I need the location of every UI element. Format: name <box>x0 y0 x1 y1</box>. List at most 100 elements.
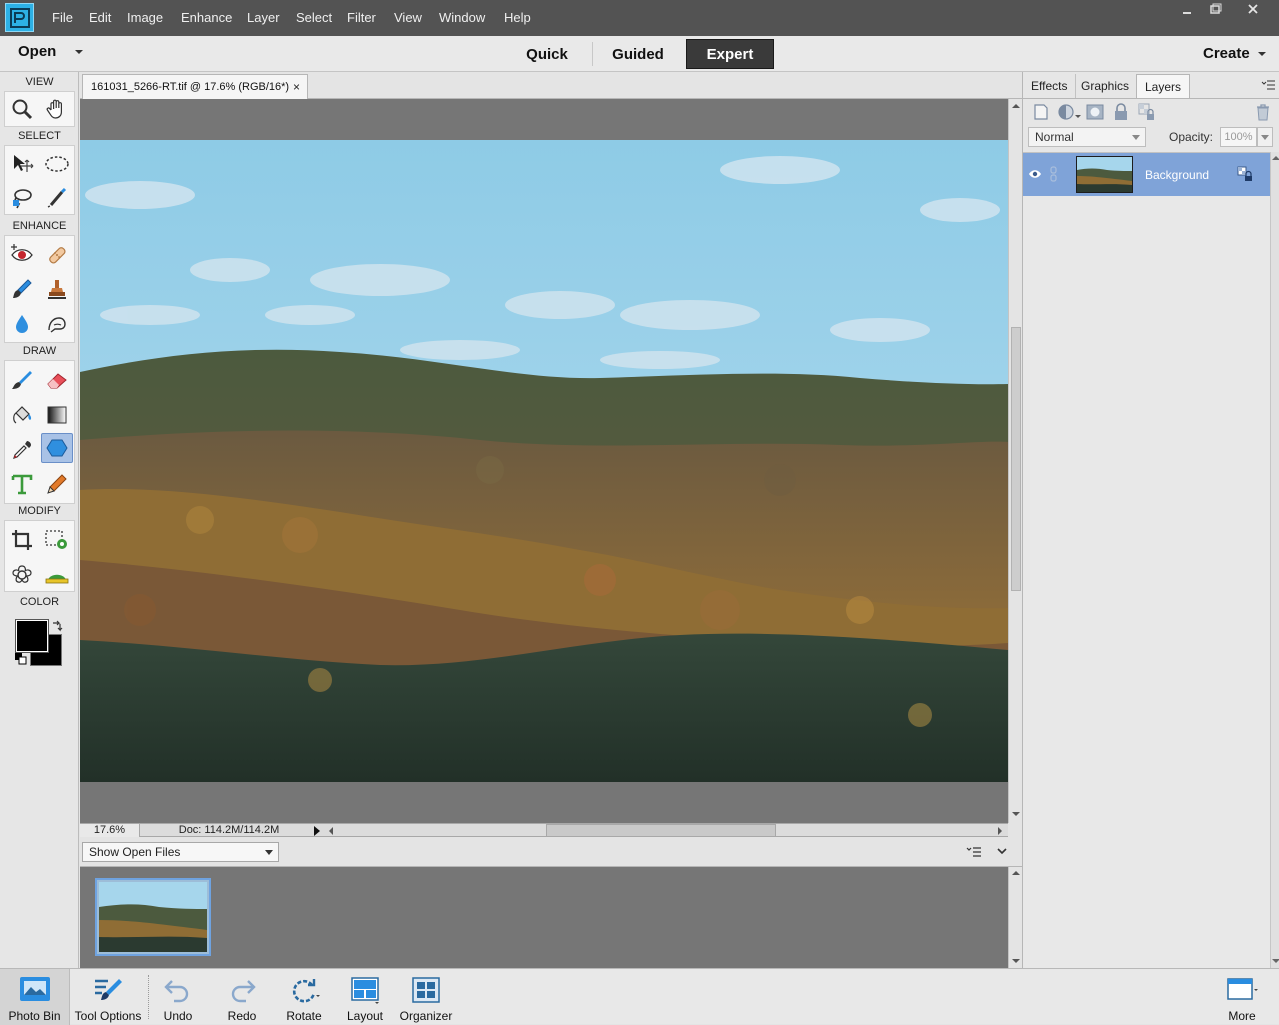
tab-effects[interactable]: Effects <box>1023 74 1077 98</box>
zoom-tool-icon[interactable] <box>6 94 38 124</box>
layers-scrollbar[interactable] <box>1270 152 1279 968</box>
adjustment-layer-icon[interactable] <box>1057 102 1083 122</box>
eraser-tool-icon[interactable] <box>41 365 73 395</box>
link-icon[interactable] <box>1050 166 1058 182</box>
red-eye-icon[interactable] <box>6 240 38 270</box>
restore-button[interactable] <box>1202 0 1228 20</box>
tool-options-label: Tool Options <box>74 1009 142 1023</box>
tab-quick[interactable]: Quick <box>506 39 588 69</box>
scroll-right-icon[interactable] <box>997 827 1003 835</box>
status-menu-arrow-icon[interactable] <box>313 826 321 836</box>
scroll-down-icon[interactable] <box>1012 958 1020 964</box>
delete-layer-icon[interactable] <box>1253 102 1273 122</box>
content-aware-move-icon[interactable] <box>6 560 38 590</box>
create-button[interactable]: Create <box>1203 45 1250 62</box>
layer-row[interactable]: Background <box>1023 153 1270 196</box>
type-tool-icon[interactable] <box>6 469 38 499</box>
tab-expert[interactable]: Expert <box>686 39 774 69</box>
undo-button[interactable]: Undo <box>150 969 206 1025</box>
scroll-left-icon[interactable] <box>328 827 334 835</box>
pencil-tool-icon[interactable] <box>41 469 73 499</box>
scroll-up-icon[interactable] <box>1012 870 1020 876</box>
canvas-area[interactable] <box>80 99 1008 823</box>
spot-healing-icon[interactable] <box>41 240 73 270</box>
lock-all-icon[interactable] <box>1111 102 1131 122</box>
recompose-tool-icon[interactable] <box>41 525 73 555</box>
collapse-bin-icon[interactable] <box>997 847 1007 855</box>
brush-tool-icon[interactable] <box>6 365 38 395</box>
rotate-button[interactable]: Rotate <box>276 969 332 1025</box>
close-tab-icon[interactable]: × <box>293 80 300 94</box>
clone-stamp-icon[interactable] <box>41 274 73 304</box>
menu-enhance[interactable]: Enhance <box>181 10 232 25</box>
scroll-down-icon[interactable] <box>1272 958 1279 964</box>
menu-view[interactable]: View <box>394 10 422 25</box>
vertical-scrollbar[interactable] <box>1008 99 1022 823</box>
menu-select[interactable]: Select <box>296 10 332 25</box>
lasso-tool-icon[interactable] <box>6 183 38 213</box>
lock-transparent-icon[interactable] <box>1137 102 1157 122</box>
elliptical-marquee-icon[interactable] <box>41 149 73 179</box>
new-layer-icon[interactable] <box>1031 102 1051 122</box>
tab-guided[interactable]: Guided <box>596 39 680 69</box>
zoom-level[interactable]: 17.6% <box>80 824 140 837</box>
swap-colors-icon[interactable] <box>51 620 63 632</box>
blend-mode-select[interactable]: Normal <box>1028 127 1146 147</box>
redo-button[interactable]: Redo <box>214 969 270 1025</box>
document-tab[interactable]: 161031_5266-RT.tif @ 17.6% (RGB/16*) × <box>82 74 308 99</box>
chevron-down-icon[interactable] <box>1258 51 1266 57</box>
scroll-down-icon[interactable] <box>1012 811 1020 817</box>
opacity-field[interactable]: 100% <box>1220 127 1257 147</box>
photo-bin-scrollbar[interactable] <box>1008 867 1022 968</box>
photo-bin-source-select[interactable]: Show Open Files <box>82 842 279 862</box>
photo-bin-button[interactable]: Photo Bin <box>0 969 70 1025</box>
quick-selection-icon[interactable] <box>41 183 73 213</box>
blur-tool-icon[interactable] <box>6 309 38 339</box>
layout-button[interactable]: Layout <box>338 969 392 1025</box>
scrollbar-thumb[interactable] <box>1011 327 1021 591</box>
scroll-up-icon[interactable] <box>1272 155 1279 161</box>
layer-locked-icon[interactable] <box>1237 166 1253 182</box>
undo-label: Undo <box>163 1009 193 1023</box>
gradient-tool-icon[interactable] <box>41 400 73 430</box>
menu-file[interactable]: File <box>52 10 73 25</box>
horizontal-scrollbar-thumb[interactable] <box>546 824 776 837</box>
menu-layer[interactable]: Layer <box>247 10 280 25</box>
menu-window[interactable]: Window <box>439 10 485 25</box>
custom-shape-icon[interactable] <box>41 433 73 463</box>
photo-bin-thumbnail[interactable] <box>95 878 211 956</box>
layer-mask-icon[interactable] <box>1085 102 1105 122</box>
more-button[interactable]: More <box>1218 969 1266 1025</box>
close-window-button[interactable] <box>1238 0 1268 20</box>
menu-edit[interactable]: Edit <box>89 10 111 25</box>
crop-tool-icon[interactable] <box>6 525 38 555</box>
open-button[interactable]: Open <box>18 43 56 60</box>
move-tool-icon[interactable] <box>6 149 38 179</box>
bin-options-menu-icon[interactable] <box>966 846 982 858</box>
minimize-button[interactable] <box>1174 0 1200 20</box>
straighten-tool-icon[interactable] <box>41 560 73 590</box>
scroll-up-icon[interactable] <box>1012 103 1020 109</box>
tool-options-button[interactable]: Tool Options <box>70 969 146 1025</box>
smart-brush-icon[interactable] <box>6 274 38 304</box>
opacity-dropdown[interactable] <box>1257 127 1273 147</box>
menu-image[interactable]: Image <box>127 10 163 25</box>
menu-filter[interactable]: Filter <box>347 10 376 25</box>
eyedropper-icon[interactable] <box>6 435 38 465</box>
menu-help[interactable]: Help <box>504 10 531 25</box>
photo-bin-header: Show Open Files <box>80 837 1022 867</box>
smudge-tool-icon[interactable] <box>41 309 73 339</box>
paint-bucket-icon[interactable] <box>6 400 38 430</box>
tab-graphics[interactable]: Graphics <box>1073 74 1139 98</box>
document-image[interactable] <box>80 140 1008 782</box>
panel-menu-icon[interactable] <box>1261 80 1275 90</box>
eye-visibility-icon[interactable] <box>1028 169 1042 179</box>
hand-tool-icon[interactable] <box>41 94 73 124</box>
tab-layers[interactable]: Layers <box>1136 74 1191 98</box>
default-colors-icon[interactable] <box>14 652 28 666</box>
chevron-down-icon <box>1132 135 1140 140</box>
foreground-color-swatch[interactable] <box>15 619 49 653</box>
organizer-button[interactable]: Organizer <box>396 969 456 1025</box>
chevron-down-icon[interactable] <box>75 49 83 55</box>
section-select: SELECT <box>18 130 61 142</box>
